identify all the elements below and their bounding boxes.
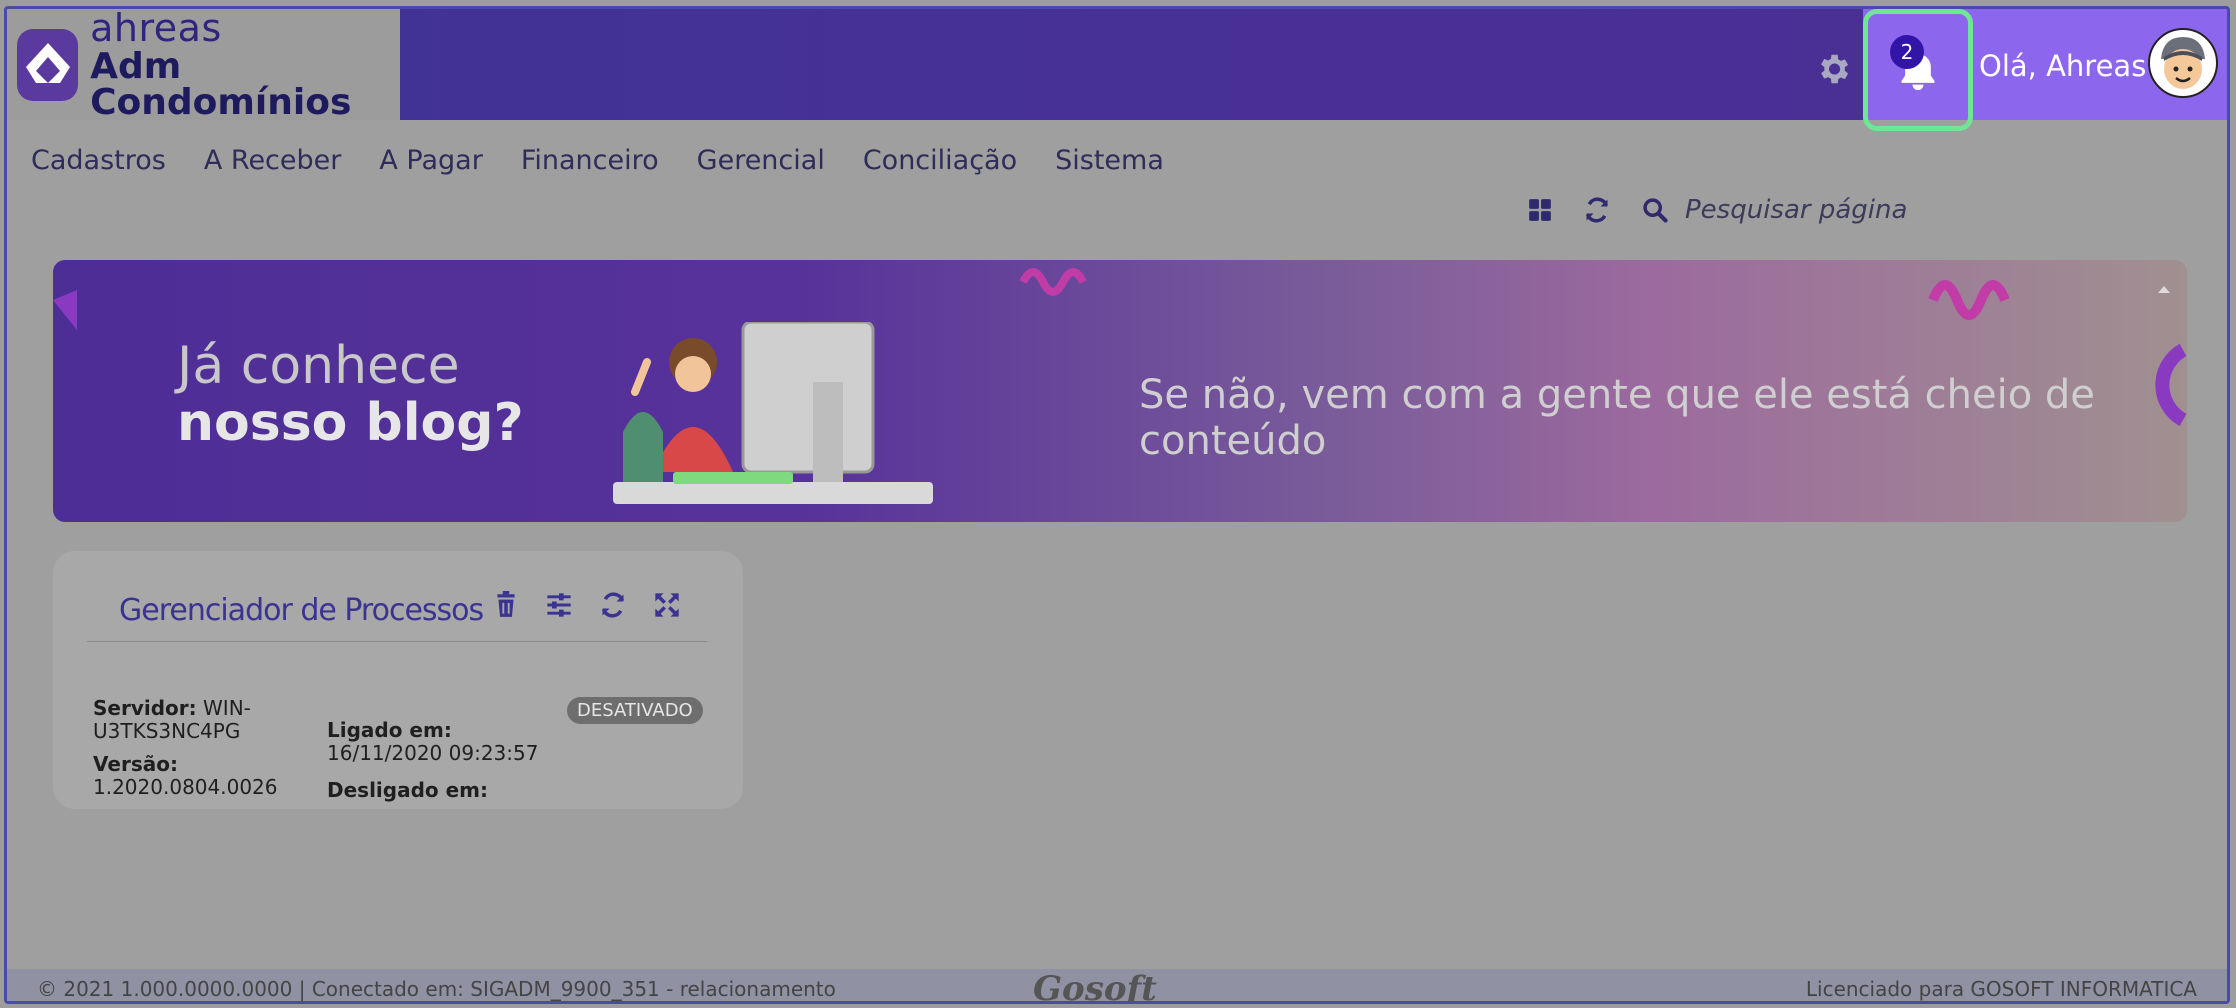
banner-headline: Já conhece nosso blog? (177, 336, 524, 454)
logo-line1: ahreas (90, 6, 222, 50)
user-greeting[interactable]: Olá, Ahreas (1979, 49, 2146, 83)
refresh-icon[interactable] (599, 591, 627, 619)
trash-icon[interactable] (493, 591, 519, 619)
menu-item-a-receber[interactable]: A Receber (204, 145, 342, 176)
footer-brand-logo: Gosoft (1033, 969, 1157, 1004)
page-toolbar: Pesquisar página (1527, 195, 1907, 225)
off-since-info: Desligado em: (327, 778, 489, 802)
version-info: Versão: 1.2020.0804.0026 (93, 752, 278, 799)
menu-item-conciliacao[interactable]: Conciliação (863, 145, 1017, 176)
menu-item-gerencial[interactable]: Gerencial (697, 145, 825, 176)
sliders-icon[interactable] (545, 591, 573, 619)
app-window: ahreas Adm Condomínios 2 Olá, Ahreas Cad… (4, 6, 2230, 1004)
expand-icon[interactable] (653, 591, 681, 619)
logo-icon (17, 28, 79, 101)
footer-connection-info: © 2021 1.000.0000.0000 | Conectado em: S… (37, 977, 836, 1001)
widget-title: Gerenciador de Processos (119, 593, 484, 628)
server-info: Servidor: WIN-U3TKS3NC4PG (93, 696, 251, 743)
menu-item-financeiro[interactable]: Financeiro (521, 145, 659, 176)
notification-badge: 2 (1890, 35, 1924, 69)
grid-icon[interactable] (1527, 197, 1553, 223)
process-manager-widget: Gerenciador de Processos Servidor: WIN-U… (53, 551, 743, 809)
notification-button[interactable]: 2 (1863, 9, 1973, 131)
on-since-info: Ligado em: 16/11/2020 09:23:57 (327, 718, 539, 765)
widget-divider (87, 641, 707, 642)
user-avatar[interactable] (2147, 27, 2219, 99)
settings-gear-icon[interactable] (1813, 49, 1853, 89)
status-badge: DESATIVADO (567, 697, 703, 724)
chevron-up-icon[interactable] (2157, 284, 2171, 294)
logo-line2: Adm Condomínios (90, 45, 352, 123)
menu-item-sistema[interactable]: Sistema (1055, 145, 1164, 176)
menu-item-cadastros[interactable]: Cadastros (31, 145, 166, 176)
footer: © 2021 1.000.0000.0000 | Conectado em: S… (7, 969, 2227, 1004)
blog-banner[interactable]: Já conhece nosso blog? Se não, vem com a… (53, 260, 2187, 522)
footer-license: Licenciado para GOSOFT INFORMATICA (1805, 977, 2197, 1001)
search-icon[interactable] (1641, 196, 1669, 224)
banner-subtitle: Se não, vem com a gente que ele está che… (1139, 372, 2095, 464)
top-bar: ahreas Adm Condomínios 2 Olá, Ahreas (7, 9, 2227, 131)
widget-actions (493, 591, 681, 619)
menu-item-a-pagar[interactable]: A Pagar (379, 145, 482, 176)
search-input[interactable]: Pesquisar página (1685, 195, 1907, 225)
main-menu: Cadastros A Receber A Pagar Financeiro G… (31, 145, 1164, 176)
illustration-person-computer (613, 322, 933, 504)
refresh-icon[interactable] (1583, 196, 1611, 224)
logo[interactable]: ahreas Adm Condomínios (7, 9, 400, 120)
